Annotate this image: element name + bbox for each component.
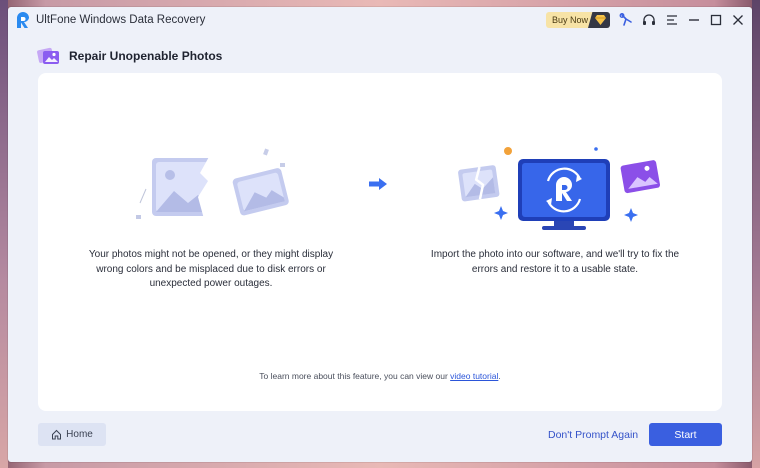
arrow-right-icon: [369, 178, 387, 190]
buy-now-label: Buy Now: [552, 15, 589, 25]
app-logo-icon: [17, 12, 29, 28]
minimize-icon[interactable]: [687, 13, 701, 27]
dont-prompt-again-link[interactable]: Don't Prompt Again: [548, 429, 638, 441]
app-window: UltFone Windows Data Recovery Buy Now Re…: [8, 7, 752, 462]
pin-icon[interactable]: [619, 13, 633, 27]
broken-photo-illustration: [136, 148, 289, 219]
diamond-icon: [588, 12, 610, 28]
page-title: Repair Unopenable Photos: [69, 49, 223, 63]
learn-more-prefix: To learn more about this feature, you ca…: [259, 371, 451, 381]
step-1-description: Your photos might not be opened, or they…: [88, 249, 334, 289]
repair-software-illustration: [458, 147, 660, 230]
photo-repair-icon: [37, 47, 59, 64]
desktop-edge-right: [752, 0, 760, 468]
start-button[interactable]: Start: [649, 423, 722, 446]
menu-icon[interactable]: [665, 13, 679, 27]
headset-icon[interactable]: [642, 13, 656, 27]
learn-more-text: To learn more about this feature, you ca…: [38, 371, 722, 381]
maximize-icon[interactable]: [709, 13, 723, 27]
buy-now-button[interactable]: Buy Now: [546, 12, 610, 28]
home-button[interactable]: Home: [38, 423, 106, 446]
close-icon[interactable]: [731, 13, 745, 27]
content-card: Your photos might not be opened, or they…: [38, 73, 722, 411]
video-tutorial-link[interactable]: video tutorial: [450, 371, 498, 381]
desktop-edge-left: [0, 0, 8, 468]
home-icon: [52, 429, 62, 440]
home-button-label: Home: [66, 429, 93, 440]
app-title: UltFone Windows Data Recovery: [36, 14, 206, 26]
learn-more-suffix: .: [498, 371, 501, 381]
step-2-description: Import the photo into our software, and …: [430, 249, 680, 275]
title-bar: UltFone Windows Data Recovery Buy Now: [8, 7, 752, 35]
